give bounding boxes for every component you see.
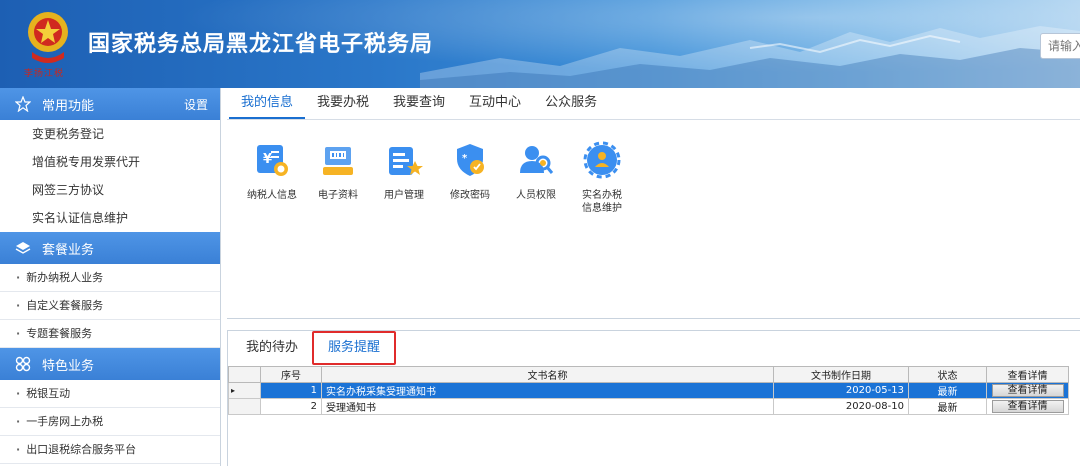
- cell-detail: 查看详情: [986, 398, 1069, 415]
- col-header-no: 序号: [260, 366, 322, 383]
- sidebar-section-title: 套餐业务: [42, 242, 95, 258]
- sidebar-item-tax-bank[interactable]: 税银互动: [0, 380, 220, 408]
- table-row[interactable]: ▸ 1 实名办税采集受理通知书 2020-05-13 最新 查看详情: [228, 382, 1069, 399]
- cell-date: 2020-08-10: [773, 398, 909, 415]
- func-label: 纳税人信息: [247, 190, 297, 201]
- personnel-permission-icon: [520, 146, 554, 174]
- sidebar-item-tripartite-agreement[interactable]: 网签三方协议: [0, 176, 220, 204]
- sidebar-item-new-house[interactable]: 一手房网上办税: [0, 408, 220, 436]
- sidebar-section-featured[interactable]: 特色业务: [0, 348, 220, 380]
- func-realname-maintenance[interactable]: 实名办税 信息维护: [569, 139, 635, 215]
- main-content: 我的信息 我要办税 我要查询 互动中心 公众服务 ¥ 纳税人信息 电子资料 用户…: [227, 88, 1080, 466]
- func-label: 电子资料: [318, 190, 358, 201]
- col-header-name: 文书名称: [321, 366, 774, 383]
- change-password-icon: *: [457, 144, 484, 176]
- cell-status: 最新: [908, 398, 987, 415]
- sidebar-section-common[interactable]: 常用功能 设置: [0, 88, 220, 120]
- cell-no: 1: [260, 382, 322, 399]
- cell-name: 受理通知书: [321, 398, 774, 415]
- func-user-management[interactable]: 用户管理: [371, 139, 437, 215]
- sidebar-item-new-taxpayer[interactable]: 新办纳税人业务: [0, 264, 220, 292]
- search-box[interactable]: [1040, 33, 1080, 59]
- search-input[interactable]: [1041, 34, 1080, 58]
- row-indicator: [228, 398, 261, 415]
- row-indicator-header: [228, 366, 261, 383]
- func-label: 人员权限: [516, 190, 556, 201]
- layers-icon: [14, 239, 32, 257]
- row-indicator-icon: ▸: [228, 382, 261, 399]
- sidebar-item-custom-package[interactable]: 自定义套餐服务: [0, 292, 220, 320]
- document-table: 序号 文书名称 文书制作日期 状态 查看详情 ▸ 1 实名办税采集受理通知书 2…: [228, 366, 1069, 415]
- user-management-icon: [389, 147, 423, 175]
- top-tab-bar: 我的信息 我要办税 我要查询 互动中心 公众服务: [227, 88, 1080, 120]
- func-label: 修改密码: [450, 190, 490, 201]
- view-detail-button[interactable]: 查看详情: [991, 384, 1064, 397]
- electronic-data-icon: [323, 147, 353, 175]
- view-detail-button[interactable]: 查看详情: [991, 400, 1064, 413]
- taxpayer-info-icon: ¥: [257, 145, 288, 176]
- sidebar-item-realname-maintenance[interactable]: 实名认证信息维护: [0, 204, 220, 232]
- cell-name: 实名办税采集受理通知书: [321, 382, 774, 399]
- func-label: 实名办税 信息维护: [572, 189, 632, 215]
- sidebar-item-topic-package[interactable]: 专题套餐服务: [0, 320, 220, 348]
- great-wall-graphic: [420, 26, 1080, 88]
- cell-date: 2020-05-13: [773, 382, 909, 399]
- sidebar-item-change-registration[interactable]: 变更税务登记: [0, 120, 220, 148]
- sidebar-section-title: 特色业务: [42, 358, 95, 374]
- svg-text:*: *: [462, 153, 468, 164]
- cell-detail: 查看详情: [986, 382, 1069, 399]
- func-electronic-data[interactable]: 电子资料: [305, 139, 371, 215]
- tab-do-tax[interactable]: 我要办税: [305, 87, 381, 119]
- tab-service-reminder[interactable]: 服务提醒: [312, 331, 397, 365]
- table-header-row: 序号 文书名称 文书制作日期 状态 查看详情: [228, 366, 1069, 383]
- func-change-password[interactable]: * 修改密码: [437, 139, 503, 215]
- my-info-panel: ¥ 纳税人信息 电子资料 用户管理 * 修改密码 人员权限 实名办税 信息维护: [227, 121, 1080, 319]
- cell-no: 2: [260, 398, 322, 415]
- tab-query[interactable]: 我要查询: [381, 87, 457, 119]
- reminder-panel: 我的待办 服务提醒 序号 文书名称 文书制作日期 状态 查看详情 ▸ 1 实名办…: [227, 330, 1080, 466]
- sidebar-section-package[interactable]: 套餐业务: [0, 232, 220, 264]
- realname-maintenance-icon: [583, 141, 621, 179]
- tab-public-service[interactable]: 公众服务: [533, 87, 609, 119]
- sidebar-section-title: 常用功能: [42, 98, 95, 114]
- sub-tab-bar: 我的待办 服务提醒: [228, 331, 1080, 365]
- app-header: 李扬江税 国家税务总局黑龙江省电子税务局: [0, 0, 1080, 88]
- col-header-date: 文书制作日期: [773, 366, 909, 383]
- table-row[interactable]: 2 受理通知书 2020-08-10 最新 查看详情: [228, 398, 1069, 415]
- settings-link[interactable]: 设置: [184, 96, 208, 113]
- grid-icon: [14, 355, 32, 373]
- sidebar: 常用功能 设置 变更税务登记 增值税专用发票代开 网签三方协议 实名认证信息维护…: [0, 88, 221, 466]
- func-personnel-permission[interactable]: 人员权限: [503, 139, 569, 215]
- sidebar-item-vat-invoice[interactable]: 增值税专用发票代开: [0, 148, 220, 176]
- star-icon: [14, 95, 32, 113]
- function-grid: ¥ 纳税人信息 电子资料 用户管理 * 修改密码 人员权限 实名办税 信息维护: [239, 139, 635, 215]
- app-title: 国家税务总局黑龙江省电子税务局: [88, 32, 434, 57]
- func-label: 用户管理: [384, 190, 424, 201]
- col-header-detail: 查看详情: [986, 366, 1069, 383]
- cell-status: 最新: [908, 382, 987, 399]
- col-header-status: 状态: [908, 366, 987, 383]
- tax-emblem-icon: [28, 12, 68, 63]
- sidebar-item-export-rebate[interactable]: 出口退税综合服务平台: [0, 436, 220, 464]
- tab-interaction[interactable]: 互动中心: [457, 87, 533, 119]
- func-taxpayer-info[interactable]: ¥ 纳税人信息: [239, 139, 305, 215]
- func-label-line: 实名办税: [582, 190, 622, 201]
- svg-text:¥: ¥: [263, 152, 272, 167]
- func-label-line: 信息维护: [582, 203, 622, 214]
- signature-logo: 李扬江税: [24, 69, 65, 79]
- tab-my-info[interactable]: 我的信息: [229, 87, 306, 119]
- tab-my-todo[interactable]: 我的待办: [236, 334, 308, 362]
